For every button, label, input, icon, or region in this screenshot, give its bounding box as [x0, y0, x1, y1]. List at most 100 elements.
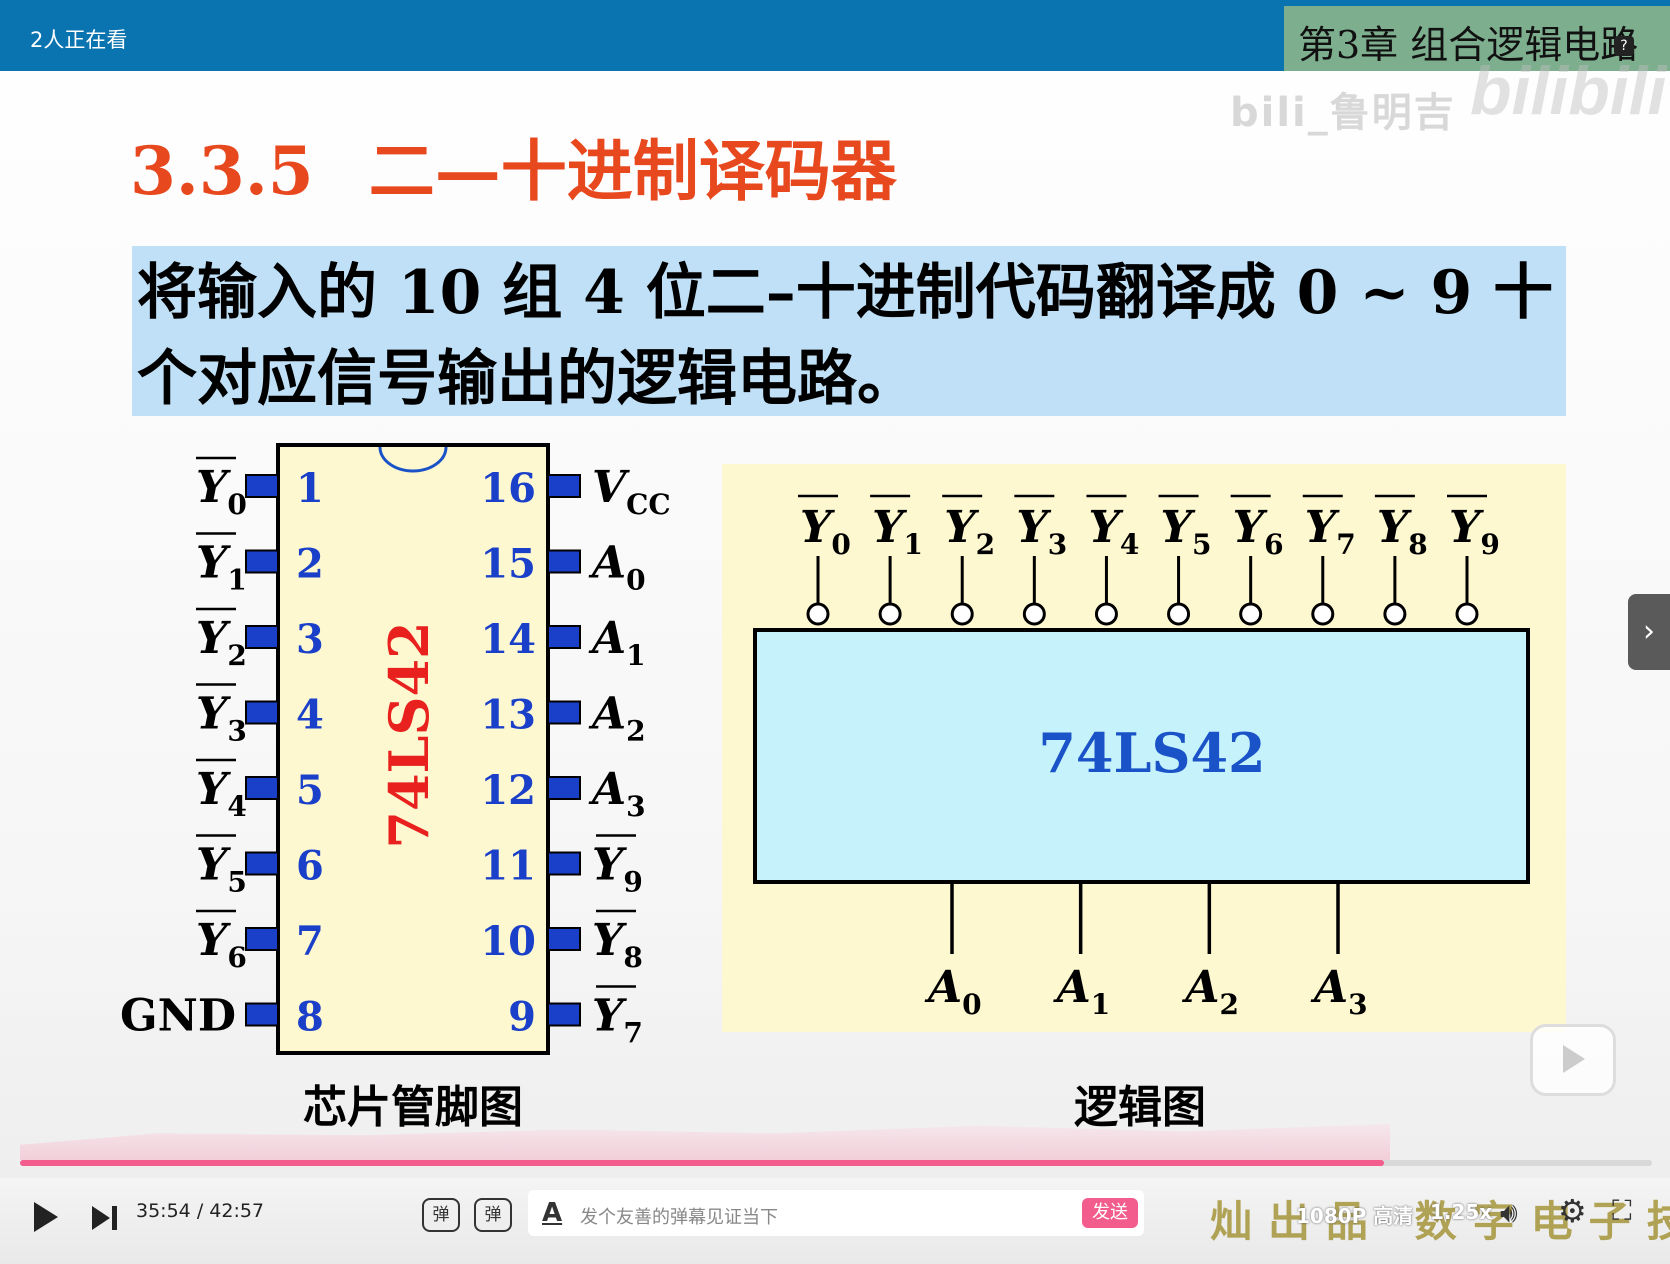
pin-label-base: A	[588, 613, 626, 664]
pin-label-base: Y	[592, 840, 627, 891]
pin-number: 12	[480, 767, 536, 814]
pin-label: Y0	[196, 462, 247, 521]
pin-label: Y9	[592, 840, 643, 899]
pin-stub	[547, 625, 581, 649]
output-label-base: Y	[1161, 502, 1196, 553]
pin-label-sub: 6	[227, 941, 246, 974]
send-button[interactable]: 发送	[1082, 1198, 1138, 1228]
pin-number: 9	[508, 994, 536, 1041]
output-label-sub: 6	[1264, 528, 1283, 561]
output-label-base: Y	[1449, 502, 1484, 553]
pin-label-base: Y	[196, 689, 231, 740]
input-label-sub: 3	[1348, 988, 1367, 1021]
pin-number: 11	[480, 843, 536, 890]
fullscreen-icon[interactable]: ⛶	[1612, 1194, 1632, 1228]
pin-label-base: A	[588, 538, 626, 589]
pin-stub	[245, 927, 279, 951]
pin-label-sub: 0	[227, 488, 246, 521]
mini-player-icon[interactable]	[1530, 1024, 1616, 1096]
danmaku-settings-icon[interactable]: 弹	[474, 1198, 512, 1232]
text-style-icon[interactable]: A	[542, 1198, 562, 1228]
quality-button[interactable]: 1080P 高清	[1296, 1200, 1413, 1229]
output-label-base: Y	[1088, 502, 1123, 553]
pin-number: 2	[296, 541, 324, 588]
output-label-sub: 3	[1048, 528, 1067, 561]
pin-number: 5	[296, 767, 324, 814]
block-label: 74LS42	[1038, 721, 1265, 785]
settings-gear-icon[interactable]: ⚙	[1558, 1192, 1587, 1230]
pin-label-base: Y	[196, 840, 231, 891]
next-episode-button[interactable]	[90, 1204, 120, 1232]
chip-pinout: 74LS42 1Y02Y13Y24Y35Y46Y57Y68GND 16 VCC15…	[120, 443, 671, 1055]
pin-label-base: GND	[120, 991, 236, 1042]
pin-number: 16	[480, 465, 536, 512]
current-time: 35:54	[136, 1200, 191, 1222]
pin-stub	[245, 625, 279, 649]
pinout-caption: 芯片管脚图	[303, 1082, 523, 1133]
output-label-sub: 7	[1336, 528, 1355, 561]
pin-label-sub: CC	[626, 488, 671, 521]
pin-label-base: Y	[592, 991, 627, 1042]
pin-label: Y7	[592, 991, 643, 1050]
pin-stub	[547, 1002, 581, 1027]
pin-label-sub: 1	[227, 564, 246, 597]
pin-label-sub: 0	[626, 564, 645, 597]
inversion-bubble	[1455, 602, 1479, 626]
output-label-sub: 8	[1408, 528, 1427, 561]
time-display: 35:54 / 42:57	[136, 1200, 264, 1222]
pin-number: 6	[296, 843, 324, 890]
inversion-bubble	[1311, 602, 1335, 626]
pin-label-sub: 3	[227, 715, 246, 748]
pin-stub	[245, 851, 279, 876]
inversion-bubble	[1383, 602, 1407, 626]
inversion-bubble	[950, 602, 974, 626]
speed-button[interactable]: 1.25x	[1430, 1200, 1492, 1224]
pin-label-base: Y	[592, 915, 627, 966]
output-label-sub: 1	[904, 528, 923, 561]
play-button[interactable]	[34, 1202, 58, 1232]
danmaku-toggle-icon[interactable]: 弹	[422, 1198, 460, 1232]
next-page-button[interactable]: ›	[1628, 594, 1670, 670]
pin-label-base: A	[588, 764, 626, 815]
pin-label-sub: 4	[227, 790, 246, 823]
pin-label: A1	[588, 613, 646, 672]
pin-stub	[547, 776, 581, 800]
pin-number: 15	[480, 541, 536, 588]
pin-stub	[547, 549, 581, 574]
output-label-sub: 4	[1120, 528, 1139, 561]
pin-label: A0	[588, 538, 646, 597]
pin-number: 1	[296, 465, 324, 512]
output-label-base: Y	[800, 502, 835, 553]
progress-fill	[20, 1160, 1385, 1166]
pin-label-sub: 9	[623, 866, 642, 899]
pin-label-base: Y	[196, 538, 231, 589]
pin-label: A2	[588, 689, 646, 748]
output-label-sub: 2	[976, 528, 995, 561]
pin-label: Y3	[196, 689, 247, 748]
output-label-base: Y	[944, 502, 979, 553]
inversion-bubble	[1239, 602, 1263, 626]
progress-bar[interactable]	[20, 1160, 1652, 1166]
total-duration: 42:57	[209, 1200, 265, 1222]
danmaku-input[interactable]: A 发个友善的弹幕见证当下 发送	[528, 1190, 1144, 1236]
logic-caption: 逻辑图	[1074, 1082, 1206, 1133]
inversion-bubble	[1022, 602, 1046, 626]
output-label-sub: 9	[1480, 528, 1499, 561]
pin-label: Y4	[196, 764, 247, 823]
output-label-base: Y	[1377, 502, 1412, 553]
pin-number: 4	[296, 692, 324, 739]
pin-stub	[547, 927, 581, 951]
player-control-bar: 35:54 / 42:57 弹 弹 A 发个友善的弹幕见证当下 发送 灿出品 数…	[0, 1178, 1670, 1264]
inversion-bubble	[806, 602, 830, 626]
danmaku-placeholder: 发个友善的弹幕见证当下	[580, 1207, 778, 1228]
output-label-sub: 5	[1192, 528, 1211, 561]
inversion-bubble	[878, 602, 902, 626]
input-label-sub: 0	[962, 988, 981, 1021]
volume-icon[interactable]: 🔊︎	[1500, 1196, 1518, 1230]
pin-stub	[245, 474, 279, 498]
pin-number: 10	[480, 918, 536, 965]
pin-label-base: Y	[196, 915, 231, 966]
pin-label-base: Y	[196, 462, 231, 513]
pin-stub	[547, 851, 581, 876]
video-frame[interactable]: 2人正在看 第3章 组合逻辑电路 ? bili_鲁明吉 bilibili 3.3…	[0, 0, 1670, 1264]
